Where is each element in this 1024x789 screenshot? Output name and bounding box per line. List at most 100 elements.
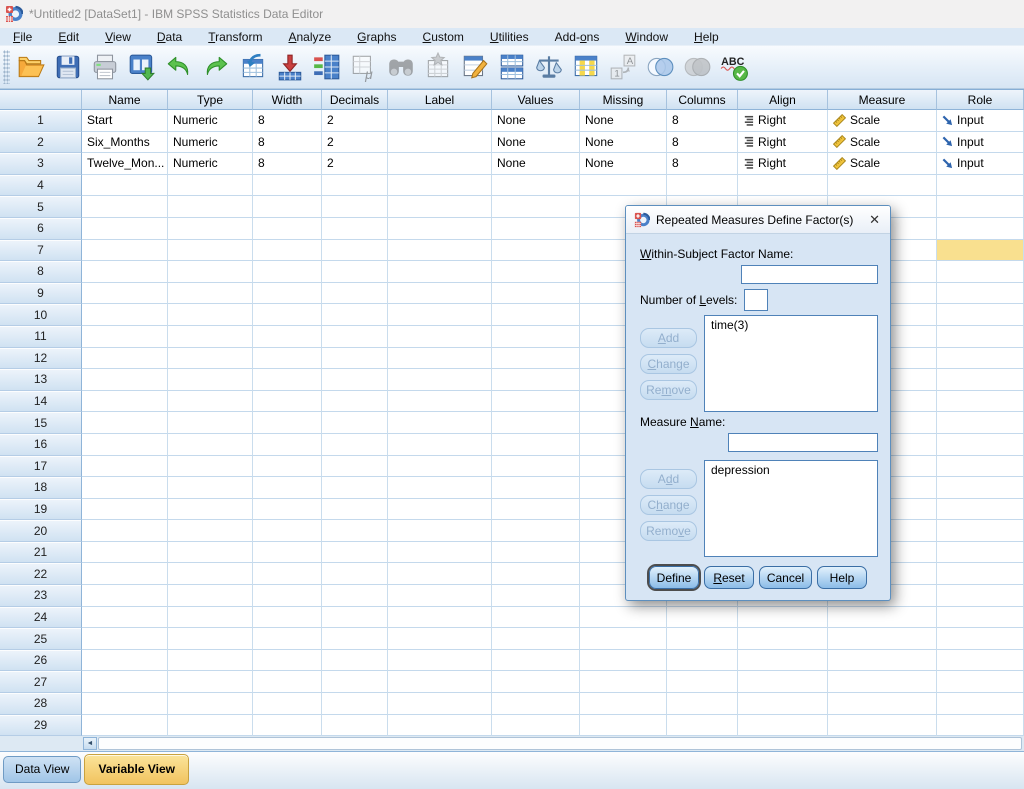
cell-width[interactable] (253, 520, 322, 542)
menu-data[interactable]: Data (144, 30, 195, 44)
cell-role[interactable] (937, 261, 1024, 283)
cell-values[interactable] (492, 175, 580, 197)
cell-label[interactable] (388, 283, 492, 305)
cell-label[interactable] (388, 369, 492, 391)
cell-decimals[interactable] (322, 261, 388, 283)
cell-width[interactable] (253, 542, 322, 564)
split-file-icon[interactable] (495, 49, 532, 86)
cell-type[interactable] (168, 520, 253, 542)
cell-values[interactable] (492, 520, 580, 542)
tab-data-view[interactable]: Data View (3, 756, 81, 783)
cell-width[interactable] (253, 456, 322, 478)
cell-label[interactable] (388, 607, 492, 629)
cell-label[interactable] (388, 520, 492, 542)
cell-width[interactable] (253, 196, 322, 218)
cell-width[interactable] (253, 628, 322, 650)
toolbar-grip-handle[interactable] (3, 50, 10, 84)
cell-columns[interactable] (667, 650, 738, 672)
insert-cases-icon[interactable] (421, 49, 458, 86)
row-header[interactable]: 28 (0, 693, 82, 715)
cell-values[interactable]: None (492, 110, 580, 132)
cell-align[interactable]: Right (738, 153, 828, 175)
col-header-missing[interactable]: Missing (580, 90, 667, 110)
cell-role[interactable] (937, 607, 1024, 629)
cell-missing[interactable] (580, 607, 667, 629)
menu-help[interactable]: Help (681, 30, 732, 44)
cancel-button[interactable]: Cancel (759, 566, 812, 589)
recall-dialogs-icon[interactable] (125, 49, 162, 86)
cell-width[interactable] (253, 369, 322, 391)
cell-values[interactable] (492, 196, 580, 218)
cell-label[interactable] (388, 132, 492, 154)
cell-decimals[interactable] (322, 499, 388, 521)
cell-label[interactable] (388, 175, 492, 197)
cell-values[interactable] (492, 563, 580, 585)
cell-type[interactable] (168, 412, 253, 434)
cell-align[interactable]: Right (738, 110, 828, 132)
row-header[interactable]: 16 (0, 434, 82, 456)
cell-decimals[interactable] (322, 585, 388, 607)
cell-missing[interactable]: None (580, 110, 667, 132)
cell-width[interactable] (253, 585, 322, 607)
factor-list-item[interactable]: time(3) (705, 316, 877, 334)
tab-variable-view[interactable]: Variable View (84, 754, 189, 785)
row-header[interactable]: 8 (0, 261, 82, 283)
cell-label[interactable] (388, 456, 492, 478)
cell-decimals[interactable] (322, 563, 388, 585)
cell-width[interactable] (253, 240, 322, 262)
cell-label[interactable] (388, 304, 492, 326)
cell-decimals[interactable]: 2 (322, 110, 388, 132)
cell-decimals[interactable] (322, 283, 388, 305)
cell-values[interactable] (492, 607, 580, 629)
cell-name[interactable] (82, 412, 168, 434)
cell-name[interactable] (82, 542, 168, 564)
col-header-columns[interactable]: Columns (667, 90, 738, 110)
cell-measure[interactable] (828, 693, 937, 715)
cell-name[interactable] (82, 175, 168, 197)
cell-decimals[interactable] (322, 304, 388, 326)
cell-name[interactable] (82, 628, 168, 650)
cell-values[interactable] (492, 412, 580, 434)
menu-transform[interactable]: Transform (195, 30, 275, 44)
cell-name[interactable] (82, 671, 168, 693)
cell-role[interactable] (937, 671, 1024, 693)
cell-role[interactable]: Input (937, 132, 1024, 154)
cell-type[interactable] (168, 175, 253, 197)
cell-columns[interactable]: 8 (667, 132, 738, 154)
cell-decimals[interactable] (322, 671, 388, 693)
cell-columns[interactable] (667, 175, 738, 197)
cell-missing[interactable]: None (580, 153, 667, 175)
row-header[interactable]: 22 (0, 563, 82, 585)
cell-values[interactable] (492, 650, 580, 672)
cell-role[interactable] (937, 304, 1024, 326)
cell-columns[interactable] (667, 715, 738, 737)
cell-width[interactable] (253, 563, 322, 585)
close-icon[interactable]: ✕ (867, 212, 882, 228)
cell-role[interactable] (937, 650, 1024, 672)
corner-cell[interactable] (0, 90, 82, 110)
cell-values[interactable] (492, 628, 580, 650)
cell-role[interactable] (937, 542, 1024, 564)
cell-align[interactable] (738, 693, 828, 715)
cell-width[interactable] (253, 218, 322, 240)
cell-width[interactable] (253, 715, 322, 737)
cell-type[interactable] (168, 671, 253, 693)
row-header[interactable]: 18 (0, 477, 82, 499)
cell-role[interactable] (937, 715, 1024, 737)
cell-values[interactable] (492, 715, 580, 737)
cell-role[interactable] (937, 326, 1024, 348)
cell-type[interactable] (168, 304, 253, 326)
cell-values[interactable] (492, 585, 580, 607)
cell-type[interactable] (168, 585, 253, 607)
cell-type[interactable] (168, 607, 253, 629)
cell-values[interactable] (492, 240, 580, 262)
cell-name[interactable] (82, 650, 168, 672)
insert-variable-icon[interactable] (458, 49, 495, 86)
cell-role[interactable] (937, 520, 1024, 542)
cell-label[interactable] (388, 477, 492, 499)
cell-name[interactable] (82, 456, 168, 478)
col-header-type[interactable]: Type (168, 90, 253, 110)
cell-role[interactable] (937, 240, 1024, 262)
cell-label[interactable] (388, 628, 492, 650)
cell-width[interactable] (253, 650, 322, 672)
